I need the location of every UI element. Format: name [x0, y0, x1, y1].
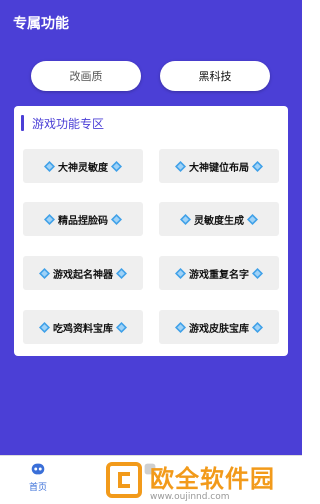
feature-label: 游戏起名神器	[53, 269, 113, 281]
watermark: 欧全软件园 www.oujinnd.com	[104, 457, 302, 503]
feature-button-duplicate-name[interactable]: 游戏重复名字	[159, 256, 279, 290]
feature-label: 吃鸡资料宝库	[53, 323, 113, 335]
feature-label: 游戏重复名字	[189, 269, 249, 281]
feature-label: 大神灵敏度	[58, 162, 108, 174]
section-header: 游戏功能专区	[21, 115, 104, 131]
feature-label: 大神键位布局	[189, 162, 249, 174]
diamond-icon	[39, 267, 50, 279]
diamond-icon	[111, 160, 122, 172]
watermark-text: 欧全软件园 www.oujinnd.com	[150, 459, 275, 502]
diamond-icon	[39, 321, 50, 333]
diamond-icon	[252, 321, 263, 333]
tab-black-tech-button[interactable]: 黑科技	[160, 61, 270, 91]
feature-button-master-sensitivity[interactable]: 大神灵敏度	[23, 149, 143, 183]
feature-label: 精品捏脸码	[58, 215, 108, 227]
watermark-name: 欧全软件园	[150, 464, 275, 493]
feature-button-skin-library[interactable]: 游戏皮肤宝库	[159, 310, 279, 344]
feature-button-pubg-database[interactable]: 吃鸡资料宝库	[23, 310, 143, 344]
diamond-icon	[180, 213, 191, 225]
diamond-icon	[252, 160, 263, 172]
feature-label: 灵敏度生成	[194, 215, 244, 227]
diamond-icon	[175, 160, 186, 172]
diamond-icon	[111, 213, 122, 225]
diamond-icon	[116, 267, 127, 279]
tab-improve-quality-button[interactable]: 改画质	[31, 61, 141, 91]
game-features-card: 游戏功能专区 大神灵敏度 大神键位布局 精品捏脸码 灵敏度生成 游戏起名神器 游…	[14, 106, 288, 356]
diamond-icon	[175, 267, 186, 279]
diamond-icon	[252, 267, 263, 279]
diamond-icon	[44, 160, 55, 172]
feature-button-master-key-layout[interactable]: 大神键位布局	[159, 149, 279, 183]
section-title: 游戏功能专区	[32, 116, 105, 131]
tab-home-label: 首页	[28, 483, 47, 493]
feature-button-face-codes[interactable]: 精品捏脸码	[23, 202, 143, 236]
diamond-icon	[44, 213, 55, 225]
watermark-url: www.oujinnd.com	[150, 491, 230, 502]
feature-button-sensitivity-generator[interactable]: 灵敏度生成	[159, 202, 279, 236]
feature-label: 游戏皮肤宝库	[189, 323, 249, 335]
feature-button-name-generator[interactable]: 游戏起名神器	[23, 256, 143, 290]
page-title: 专属功能	[13, 16, 69, 32]
diamond-icon	[175, 321, 186, 333]
diamond-icon	[247, 213, 258, 225]
tab-home[interactable]: 首页	[8, 460, 68, 493]
watermark-logo-icon	[106, 462, 142, 498]
app-screen: 专属功能 改画质 黑科技 游戏功能专区 大神灵敏度 大神键位布局 精品捏脸码 灵…	[0, 0, 302, 504]
section-accent-bar	[21, 115, 24, 131]
diamond-icon	[116, 321, 127, 333]
home-robot-icon	[31, 463, 45, 475]
